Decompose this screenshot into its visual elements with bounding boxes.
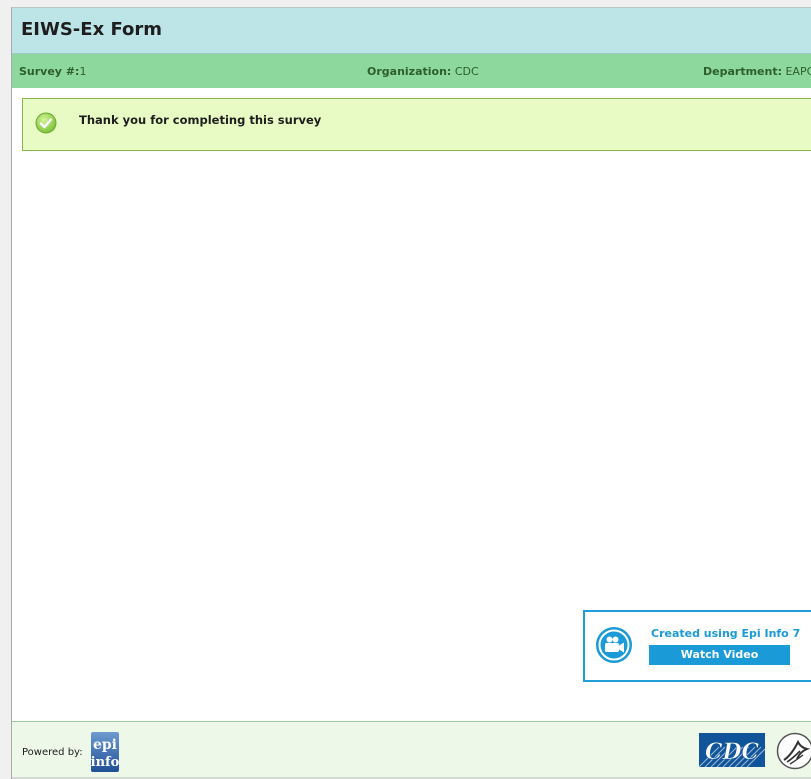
footer: Powered by: epi info [12, 721, 811, 779]
powered-by-label: Powered by: [22, 747, 83, 758]
epi-info-logo[interactable]: epi info [90, 731, 120, 773]
epi-logo-text-bottom: info [91, 755, 120, 770]
video-camera-icon [595, 626, 633, 664]
organization-label: Organization: [367, 65, 451, 78]
organization-value: CDC [455, 65, 479, 78]
cdc-logo[interactable]: CDC [699, 733, 765, 767]
success-message: Thank you for completing this survey [22, 98, 811, 151]
watch-video-button[interactable]: Watch Video [649, 645, 790, 665]
survey-number-value: 1 [79, 65, 86, 78]
survey-number-label: Survey #: [19, 65, 79, 78]
organization: Organization: CDC [367, 65, 479, 78]
department-value: EAPC [785, 65, 811, 78]
department: Department: EAPC [703, 65, 811, 78]
department-label: Department: [703, 65, 782, 78]
form-title: EIWS-Ex Form [21, 19, 162, 40]
check-circle-icon [35, 112, 57, 134]
cdc-logo-text: CDC [705, 739, 760, 765]
form-window: EIWS-Ex Form Survey #:1 Organization: CD… [11, 7, 811, 779]
survey-number: Survey #:1 [19, 65, 86, 78]
success-message-text: Thank you for completing this survey [79, 113, 321, 127]
epi-info-promo: Created using Epi Info 7 Watch Video [583, 610, 811, 682]
promo-title: Created using Epi Info 7 [651, 627, 800, 640]
form-title-bar: EIWS-Ex Form [12, 8, 811, 54]
hhs-eagle-logo[interactable] [776, 732, 811, 770]
epi-logo-text-top: epi [93, 737, 117, 753]
survey-info-bar: Survey #:1 Organization: CDC Department:… [12, 54, 811, 88]
